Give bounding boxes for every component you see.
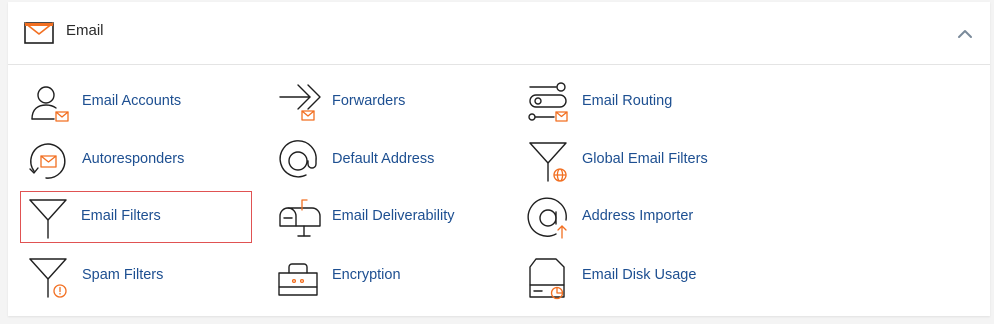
section-title: Email	[66, 22, 104, 39]
envelope-icon	[24, 22, 54, 44]
spam-filters-label: Spam Filters	[82, 267, 164, 283]
email-section-panel: Email Email Accounts Forwarders Email Ro…	[8, 2, 990, 316]
email-filters-label: Email Filters	[81, 208, 161, 224]
email-routing-label: Email Routing	[582, 93, 673, 109]
email-deliverability-label: Email Deliverability	[332, 208, 455, 224]
default-address-icon	[279, 140, 317, 178]
address-importer-icon	[527, 197, 567, 239]
email-disk-usage-link[interactable]: Email Disk Usage	[520, 250, 752, 302]
encryption-link[interactable]: Encryption	[270, 250, 502, 302]
email-filters-icon	[29, 199, 67, 239]
forwarders-link[interactable]: Forwarders	[270, 76, 502, 128]
default-address-link[interactable]: Default Address	[270, 134, 502, 186]
address-importer-link[interactable]: Address Importer	[520, 191, 752, 243]
spam-filters-link[interactable]: Spam Filters	[20, 250, 252, 302]
chevron-up-icon[interactable]	[954, 26, 976, 42]
encryption-icon	[278, 263, 318, 296]
email-routing-icon	[528, 82, 568, 122]
forwarders-label: Forwarders	[332, 93, 406, 109]
email-disk-usage-label: Email Disk Usage	[582, 267, 697, 283]
email-accounts-icon	[31, 86, 69, 122]
address-importer-label: Address Importer	[582, 208, 694, 224]
autoresponders-label: Autoresponders	[82, 151, 185, 167]
default-address-label: Default Address	[332, 151, 435, 167]
autoresponders-link[interactable]: Autoresponders	[20, 134, 252, 186]
email-routing-link[interactable]: Email Routing	[520, 76, 752, 128]
autoresponders-icon	[29, 143, 66, 179]
email-accounts-link[interactable]: Email Accounts	[20, 76, 252, 128]
email-disk-usage-icon	[529, 258, 565, 300]
global-email-filters-label: Global Email Filters	[582, 151, 708, 167]
section-header[interactable]: Email	[8, 2, 990, 65]
email-deliverability-link[interactable]: Email Deliverability	[270, 191, 502, 243]
spam-filters-icon	[29, 258, 67, 298]
global-email-filters-icon	[529, 142, 567, 182]
forwarders-icon	[279, 84, 321, 121]
encryption-label: Encryption	[332, 267, 401, 283]
global-email-filters-link[interactable]: Global Email Filters	[520, 134, 752, 186]
email-filters-link[interactable]: Email Filters	[20, 191, 252, 243]
email-deliverability-icon	[279, 199, 321, 237]
email-accounts-label: Email Accounts	[82, 93, 182, 109]
